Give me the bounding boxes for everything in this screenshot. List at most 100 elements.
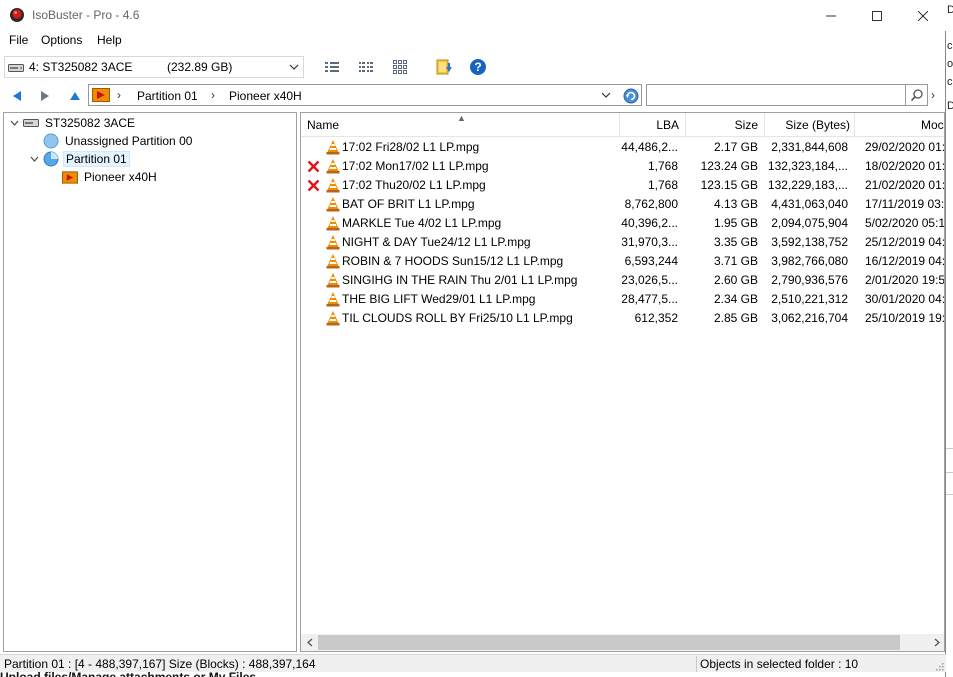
search-icon (910, 89, 923, 102)
breadcrumb-separator: › (211, 88, 215, 102)
scrollbar-thumb[interactable] (318, 635, 900, 650)
file-modified: 21/02/2020 01:0 (865, 178, 945, 192)
file-size: 1.95 GB (713, 216, 758, 230)
table-row[interactable]: 17:02 Mon17/02 L1 LP.mpg 1,768 123.24 GB 13… (301, 157, 944, 176)
file-lba: 6,593,244 (624, 254, 678, 268)
file-lba: 28,477,5... (621, 292, 678, 306)
deleted-file-icon (307, 160, 320, 173)
background-fragment: D (947, 4, 953, 16)
vlc-cone-icon (326, 311, 340, 326)
tree-node-device[interactable]: ST325082 3ACE (8, 114, 137, 132)
help-button[interactable]: ? (468, 57, 488, 77)
device-select[interactable]: 4: ST325082 3ACE (232.89 GB) (4, 56, 304, 78)
close-icon (918, 10, 928, 21)
file-name: 17:02 Thu20/02 L1 LP.mpg (342, 178, 486, 192)
extract-button[interactable] (434, 57, 454, 77)
file-name: SINGIHG IN THE RAIN Thu 2/01 L1 LP.mpg (342, 273, 578, 287)
table-row[interactable]: TIL CLOUDS ROLL BY Fri25/10 L1 LP.mpg 612… (301, 309, 944, 328)
file-modified: 5/02/2020 05:1 (865, 216, 945, 230)
table-row[interactable]: MARKLE Tue 4/02 L1 LP.mpg 40,396,2... 1.95… (301, 214, 945, 233)
help-icon: ? (470, 59, 486, 75)
icons-view-button[interactable] (390, 57, 410, 77)
menu-bar: File Options Help (0, 31, 946, 51)
arrow-left-icon (13, 91, 21, 101)
tree-node-pioneer[interactable]: Pioneer x40H (47, 168, 159, 186)
file-size: 123.15 GB (700, 178, 758, 192)
file-name: 17:02 Mon17/02 L1 LP.mpg (342, 159, 489, 173)
address-bar: › Partition 01 › Pioneer x40H › (0, 83, 946, 108)
partition-icon (43, 133, 59, 149)
column-header-lba[interactable]: LBA (620, 113, 686, 137)
menu-help[interactable]: Help (97, 33, 122, 47)
minimize-button[interactable] (808, 0, 854, 31)
file-size-bytes: 2,790,936,576 (771, 273, 848, 287)
forward-button[interactable] (36, 87, 54, 105)
file-lba: 23,026,5... (621, 273, 678, 287)
scroll-right-button[interactable] (928, 634, 944, 651)
status-object-count: Objects in selected folder : 10 (700, 657, 859, 671)
table-row[interactable]: 17:02 Thu20/02 L1 LP.mpg 1,768 123.15 GB 13… (301, 176, 945, 195)
folder-vr-icon (62, 169, 78, 185)
up-button[interactable] (66, 87, 84, 105)
file-size-bytes: 3,982,766,080 (771, 254, 848, 268)
close-button[interactable] (900, 0, 946, 31)
search-input[interactable] (646, 84, 906, 106)
table-row[interactable]: THE BIG LIFT Wed29/01 L1 LP.mpg 28,477,5.… (301, 290, 944, 309)
menu-file[interactable]: File (9, 33, 28, 47)
minimize-icon (826, 15, 836, 16)
back-button[interactable] (8, 87, 26, 105)
table-row[interactable]: 17:02 Fri28/02 L1 LP.mpg 44,486,2... 2.17 … (301, 138, 944, 157)
chevron-down-icon[interactable] (8, 117, 20, 129)
file-size-bytes: 3,592,138,752 (771, 235, 848, 249)
file-lba: 1,768 (647, 159, 678, 173)
isobuster-window: IsoBuster - Pro - 4.6 File Options Help … (0, 0, 946, 677)
table-row[interactable]: ROBIN & 7 HOODS Sun15/12 L1 LP.mpg 6,593,… (301, 252, 944, 271)
table-row[interactable]: SINGIHG IN THE RAIN Thu 2/01 L1 LP.mpg 23… (301, 271, 944, 290)
file-modified: 17/11/2019 03:1 (865, 197, 945, 211)
resize-grip-icon[interactable] (934, 661, 944, 671)
column-header-size-bytes[interactable]: Size (Bytes) (765, 113, 855, 137)
file-lba: 1,768 (647, 178, 678, 192)
isobuster-app-icon (10, 8, 24, 22)
tree-node-unassigned-partition[interactable]: Unassigned Partition 00 (28, 132, 194, 150)
breadcrumb-separator: › (117, 88, 121, 102)
path-field[interactable]: › Partition 01 › Pioneer x40H (88, 84, 642, 106)
search-button[interactable] (906, 84, 928, 106)
file-size: 2.34 GB (713, 292, 758, 306)
column-header-modified[interactable]: Moc (855, 113, 944, 137)
deleted-file-icon (307, 179, 320, 192)
list-view-button[interactable] (356, 57, 376, 77)
breadcrumb-partition[interactable]: Partition 01 (137, 89, 198, 103)
vlc-cone-icon (326, 235, 340, 250)
tree-label: Unassigned Partition 00 (65, 134, 193, 148)
file-size: 2.17 GB (713, 140, 758, 154)
chevron-down-icon[interactable] (28, 153, 40, 165)
toolbar: 4: ST325082 3ACE (232.89 GB) ? (0, 53, 946, 81)
file-size: 4.13 GB (713, 197, 758, 211)
folder-vr-icon (92, 88, 110, 102)
table-row[interactable]: NIGHT & DAY Tue24/12 L1 LP.mpg 31,970,3..… (301, 233, 944, 252)
details-view-button[interactable] (322, 57, 342, 77)
horizontal-scrollbar[interactable] (301, 634, 944, 651)
scroll-left-button[interactable] (301, 634, 318, 651)
menu-options[interactable]: Options (41, 33, 82, 47)
vlc-cone-icon (326, 178, 340, 193)
file-name: MARKLE Tue 4/02 L1 LP.mpg (342, 216, 502, 230)
maximize-button[interactable] (854, 0, 900, 31)
vlc-cone-icon (326, 197, 340, 212)
arrow-right-icon (41, 91, 49, 101)
vlc-cone-icon (326, 254, 340, 269)
table-row[interactable]: BAT OF BRIT L1 LP.mpg 8,762,800 4.13 GB 4,4… (301, 195, 945, 214)
tree-node-partition-01[interactable]: Partition 01 (28, 150, 130, 168)
chevron-right-icon[interactable]: › (931, 88, 935, 102)
refresh-icon[interactable] (623, 88, 639, 104)
status-partition-info: Partition 01 : [4 - 488,397,167] Size (B… (4, 657, 316, 671)
vlc-cone-icon (326, 273, 340, 288)
column-header-size[interactable]: Size (686, 113, 765, 137)
chevron-down-icon[interactable] (601, 91, 611, 99)
file-size: 2.85 GB (713, 311, 758, 325)
breadcrumb-folder[interactable]: Pioneer x40H (229, 89, 302, 103)
vlc-cone-icon (326, 159, 340, 174)
background-fragment: o (947, 58, 953, 70)
background-fragment: c (947, 76, 953, 88)
